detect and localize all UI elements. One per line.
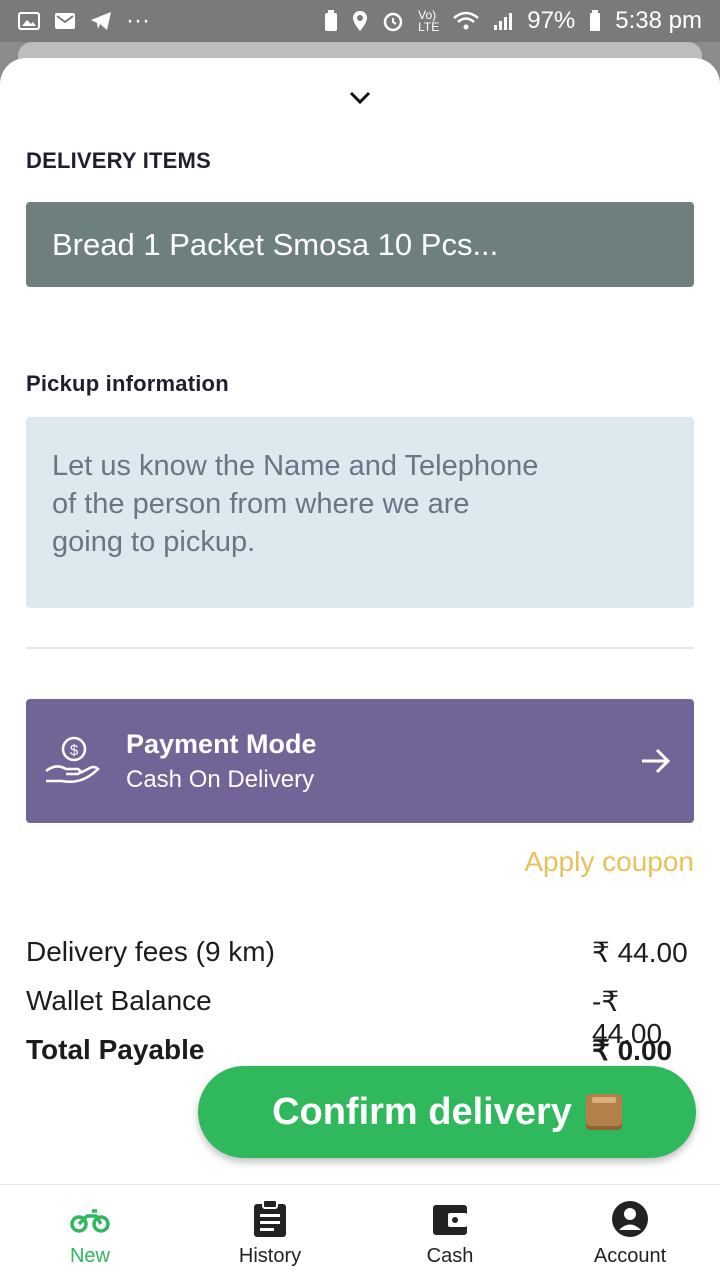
payment-mode-title: Payment Mode [126,728,317,759]
payment-mode-value: Cash On Delivery [126,765,315,793]
image-icon [18,12,40,30]
motorbike-icon [70,1208,110,1233]
nav-label: New [69,1244,110,1267]
arrow-right-icon [642,748,671,774]
wallet-icon [433,1204,467,1235]
battery-percent: 97% [527,7,576,34]
divider [26,647,694,649]
package-icon [585,1094,622,1130]
alarm-icon [383,12,403,32]
chevron-down-icon [349,91,371,105]
volte-icon: Vo) LTE [418,8,440,34]
fee-amount: ₹ 0.00 [592,1035,673,1066]
clipboard-icon [254,1198,286,1237]
pickup-info-input[interactable]: Let us know the Name and Telephone of th… [26,417,694,608]
nav-item-new[interactable]: New [0,1185,180,1281]
fee-row-delivery: Delivery fees (9 km) ₹ 44.00 [26,936,694,969]
fee-row-total: Total Payable ₹ 0.00 [26,1034,694,1067]
bottom-sheet: DELIVERY ITEMS Bread 1 Packet Smosa 10 P… [0,58,720,1280]
nav-label: History [238,1244,302,1267]
location-icon [353,11,368,31]
hand-money-icon: $ [45,736,100,783]
confirm-delivery-button[interactable]: Confirm delivery [198,1066,696,1158]
wifi-icon [453,11,480,30]
status-bar: ··· Vo) LTE 97% 5:38 pm [0,0,720,42]
nav-item-account[interactable]: Account [540,1185,720,1281]
nav-item-history[interactable]: History [180,1185,360,1281]
battery-saver-icon [325,10,338,31]
nav-label: Account [593,1244,667,1267]
pickup-info-title: Pickup information [26,371,229,396]
bottom-nav: New History Cash Account [0,1184,720,1281]
confirm-delivery-label: Confirm delivery [272,1090,572,1133]
payment-mode-button[interactable]: $ Payment Mode Cash On Delivery [26,699,694,823]
delivery-items-value: Bread 1 Packet Smosa 10 Pcs... [52,226,499,262]
delivery-items-field[interactable]: Bread 1 Packet Smosa 10 Pcs... [26,202,694,287]
clock: 5:38 pm [615,7,702,34]
account-circle-icon [612,1200,648,1237]
telegram-icon [91,12,111,30]
fee-amount: ₹ 44.00 [592,937,688,968]
collapse-button[interactable] [346,86,374,110]
more-dots-icon: ··· [126,7,150,34]
nav-label: Cash [426,1244,474,1267]
svg-text:$: $ [70,742,79,759]
fee-label: Total Payable [26,1034,205,1065]
gmail-icon [55,13,75,29]
delivery-items-title: DELIVERY ITEMS [26,148,211,173]
battery-icon [590,10,601,31]
apply-coupon-link[interactable]: Apply coupon [524,846,694,878]
signal-icon [494,13,513,30]
nav-item-cash[interactable]: Cash [360,1185,540,1281]
fee-label: Delivery fees (9 km) [26,936,275,967]
